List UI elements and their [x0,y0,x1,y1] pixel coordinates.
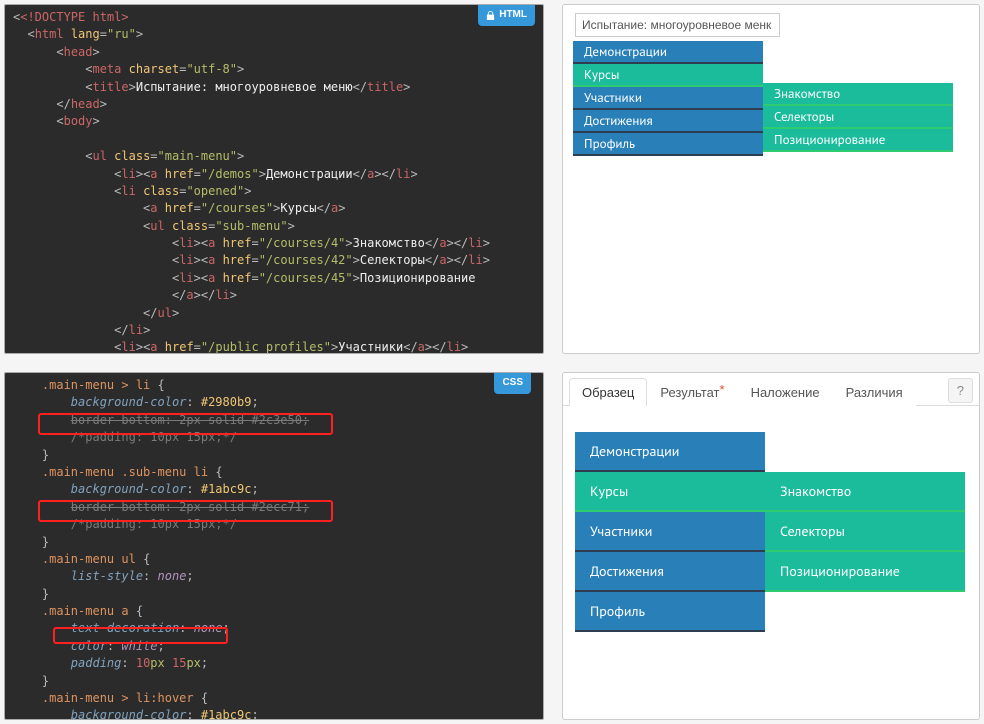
tab-result[interactable]: Результат* [647,378,737,406]
submenu-item: Позиционирование [763,129,953,152]
menu-item: Демонстрации [573,41,763,64]
menu-item: Достижения [573,110,763,133]
html-code-content[interactable]: <<!DOCTYPE html> <html lang="ru"> <head>… [5,5,543,354]
sub-menu: Знакомство Селекторы Позиционирование [763,83,953,152]
star-icon: * [720,382,725,397]
menu-item-opened: Курсы [573,64,763,87]
big-menu: Демонстрации Курсы Участники Достижения … [575,432,955,632]
submenu-item: Знакомство [765,472,965,512]
submenu-item: Позиционирование [765,552,965,592]
menu-item: Демонстрации [575,432,765,472]
css-editor[interactable]: CSS .main-menu > li { background-color: … [4,372,544,720]
preview-title-input[interactable] [575,13,780,37]
menu-item-opened: Курсы [575,472,765,512]
tabs: Образец Результат* Наложение Различия ? [563,373,979,406]
menu-item: Достижения [575,552,765,592]
html-editor[interactable]: HTML <<!DOCTYPE html> <html lang="ru"> <… [4,4,544,354]
sub-menu: Знакомство Селекторы Позиционирование [765,472,965,592]
badge-label: CSS [502,376,523,391]
lock-icon [486,11,495,20]
mini-menu: Демонстрации Курсы Участники Достижения … [573,41,953,156]
tab-sample[interactable]: Образец [569,378,647,406]
css-badge: CSS [494,373,531,394]
tab-diff[interactable]: Различия [833,378,916,406]
preview-bottom: Образец Результат* Наложение Различия ? … [562,372,980,720]
html-badge: HTML [478,5,535,26]
submenu-item: Селекторы [765,512,965,552]
tab-help[interactable]: ? [948,378,973,403]
menu-item: Участники [575,512,765,552]
submenu-item: Знакомство [763,83,953,106]
preview-top: Демонстрации Курсы Участники Достижения … [562,4,980,354]
submenu-item: Селекторы [763,106,953,129]
badge-label: HTML [499,8,527,23]
menu-item: Профиль [575,592,765,632]
menu-item: Профиль [573,133,763,156]
tab-overlay[interactable]: Наложение [738,378,833,406]
css-code-content[interactable]: .main-menu > li { background-color: #298… [5,373,543,720]
menu-item: Участники [573,87,763,110]
